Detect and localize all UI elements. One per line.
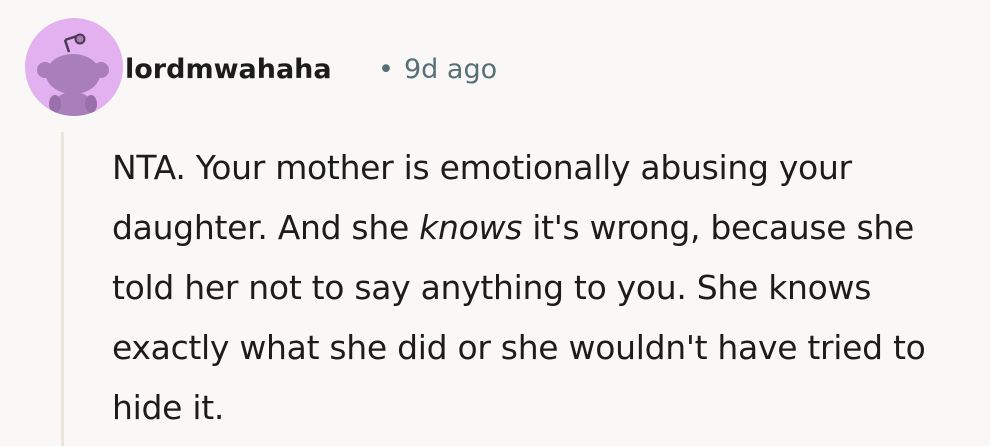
avatar[interactable]	[25, 18, 123, 116]
comment-text-emphasis: knows	[419, 208, 523, 247]
separator-dot: •	[378, 54, 394, 85]
reddit-snoo-avatar-icon	[37, 33, 109, 116]
comment: lordmwahaha • 9d ago NTA. Your mother is…	[0, 0, 990, 446]
author-username[interactable]: lordmwahaha	[125, 52, 332, 88]
comment-paragraph: NTA. Your mother is emotionally abusing …	[112, 138, 982, 438]
thread-line[interactable]	[61, 132, 64, 446]
comment-body: NTA. Your mother is emotionally abusing …	[112, 138, 982, 438]
comment-timestamp[interactable]: 9d ago	[404, 52, 497, 88]
